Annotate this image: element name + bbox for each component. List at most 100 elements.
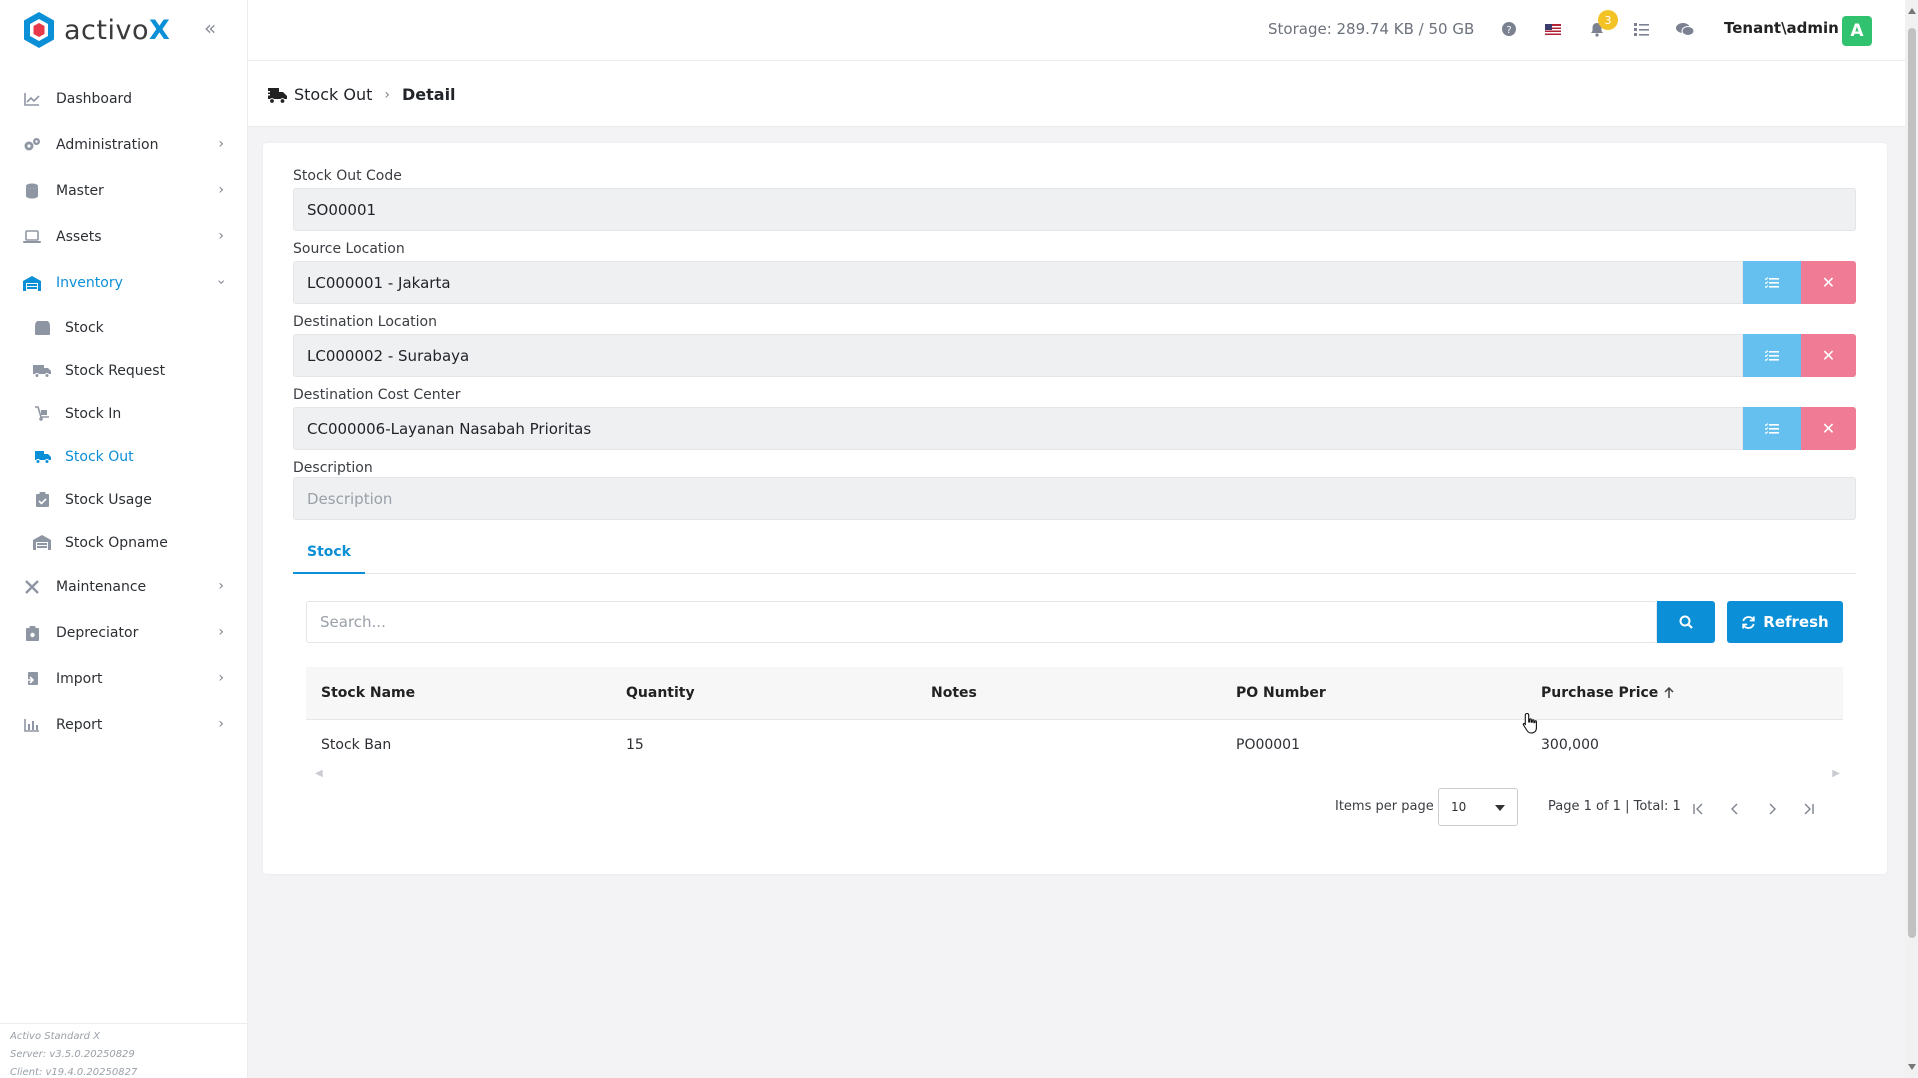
column-header-po-number[interactable]: PO Number bbox=[1221, 685, 1526, 701]
sidebar-item-master[interactable]: Master › bbox=[0, 168, 248, 214]
close-icon: ✕ bbox=[1821, 419, 1836, 438]
destination-location-field[interactable]: LC000002 - Surabaya bbox=[293, 334, 1743, 377]
search-input[interactable]: Search... bbox=[306, 601, 1657, 643]
destination-location-clear-button[interactable]: ✕ bbox=[1801, 334, 1856, 377]
column-header-stock-name[interactable]: Stock Name bbox=[306, 685, 611, 701]
column-header-notes[interactable]: Notes bbox=[916, 685, 1221, 701]
breadcrumb-parent[interactable]: Stock Out bbox=[294, 85, 372, 104]
search-button[interactable] bbox=[1657, 601, 1715, 643]
items-per-page-value: 10 bbox=[1451, 800, 1467, 814]
chevron-right-icon: › bbox=[218, 716, 224, 732]
avatar[interactable]: A bbox=[1842, 16, 1872, 46]
clipboard-icon bbox=[22, 624, 42, 642]
sidebar-subitem-label: Stock In bbox=[65, 405, 122, 422]
warehouse-icon bbox=[32, 534, 52, 552]
previous-page-icon[interactable] bbox=[1725, 799, 1745, 819]
sidebar-item-label: Assets bbox=[56, 229, 102, 245]
sidebar-item-depreciator[interactable]: Depreciator › bbox=[0, 610, 248, 656]
sidebar-item-inventory[interactable]: Inventory › bbox=[0, 260, 248, 306]
help-icon[interactable]: ? bbox=[1498, 18, 1520, 40]
next-page-icon[interactable] bbox=[1762, 799, 1782, 819]
last-page-icon[interactable] bbox=[1799, 799, 1819, 819]
close-icon: ✕ bbox=[1821, 346, 1836, 365]
source-location-lookup-button[interactable] bbox=[1743, 261, 1801, 304]
description-label: Description bbox=[293, 460, 373, 476]
source-location-clear-button[interactable]: ✕ bbox=[1801, 261, 1856, 304]
chevron-right-icon: › bbox=[218, 182, 224, 198]
scroll-right-icon[interactable]: ▶ bbox=[1832, 768, 1840, 779]
source-location-label: Source Location bbox=[293, 241, 405, 257]
vertical-scrollbar[interactable] bbox=[1905, 0, 1918, 1078]
app-logo[interactable]: activoX bbox=[22, 10, 170, 50]
bell-icon[interactable]: 3 bbox=[1586, 10, 1618, 40]
cell-stock-name: Stock Ban bbox=[321, 737, 392, 753]
sidebar-subitem-label: Stock Opname bbox=[65, 534, 168, 551]
stock-out-code-field[interactable]: SO00001 bbox=[293, 188, 1856, 231]
description-field[interactable]: Description bbox=[293, 477, 1856, 520]
sidebar-subitem-stock-opname[interactable]: Stock Opname bbox=[0, 521, 248, 564]
scroll-up-icon[interactable] bbox=[1908, 8, 1916, 14]
cost-center-lookup-button[interactable] bbox=[1743, 407, 1801, 450]
table-row[interactable]: Stock Ban 15 PO00001 300,000 bbox=[306, 720, 1843, 770]
tasks-icon[interactable] bbox=[1630, 18, 1652, 40]
sidebar-subitem-label: Stock Out bbox=[65, 448, 134, 465]
warehouse-icon bbox=[22, 274, 42, 292]
server-version: Server: v3.5.0.20250829 bbox=[10, 1049, 135, 1060]
hand-cursor-icon bbox=[1522, 712, 1537, 734]
us-flag-icon[interactable] bbox=[1542, 18, 1564, 40]
bar-chart-icon bbox=[22, 716, 42, 734]
chart-line-icon bbox=[22, 90, 42, 108]
cell-po-number: PO00001 bbox=[1236, 737, 1300, 753]
cost-center-clear-button[interactable]: ✕ bbox=[1801, 407, 1856, 450]
sidebar-subitem-stock-usage[interactable]: Stock Usage bbox=[0, 478, 248, 521]
user-name[interactable]: Tenant\admin bbox=[1724, 19, 1839, 37]
breadcrumb-current: Detail bbox=[401, 85, 456, 104]
sidebar-item-assets[interactable]: Assets › bbox=[0, 214, 248, 260]
chat-icon[interactable] bbox=[1674, 18, 1696, 40]
list-icon bbox=[1765, 349, 1779, 361]
detail-card: Stock Out Code SO00001 Source Location L… bbox=[263, 143, 1887, 874]
sidebar-subitem-stock-out[interactable]: Stock Out bbox=[0, 435, 248, 478]
refresh-button[interactable]: Refresh bbox=[1727, 601, 1843, 643]
chevron-right-icon: › bbox=[218, 670, 224, 686]
sidebar-item-label: Administration bbox=[56, 137, 159, 153]
page-summary: Page 1 of 1 | Total: 1 bbox=[1548, 799, 1681, 814]
first-page-icon[interactable] bbox=[1688, 799, 1708, 819]
cell-purchase-price: 300,000 bbox=[1541, 737, 1599, 753]
sidebar-item-import[interactable]: Import › bbox=[0, 656, 248, 702]
scroll-down-icon[interactable] bbox=[1908, 1064, 1916, 1070]
horizontal-scrollbar[interactable]: ◀ ▶ bbox=[315, 768, 1840, 779]
sidebar-item-maintenance[interactable]: Maintenance › bbox=[0, 564, 248, 610]
items-per-page-select[interactable]: 10 bbox=[1438, 788, 1518, 826]
collapse-sidebar-icon[interactable]: « bbox=[204, 16, 216, 40]
sidebar-subitem-stock-request[interactable]: Stock Request bbox=[0, 349, 248, 392]
notification-badge: 3 bbox=[1598, 10, 1618, 30]
source-location-field[interactable]: LC000001 - Jakarta bbox=[293, 261, 1743, 304]
tab-stock[interactable]: Stock bbox=[293, 531, 365, 574]
top-header: Storage: 289.74 KB / 50 GB ? 3 Tenant\ad… bbox=[248, 0, 1905, 61]
list-icon bbox=[1765, 276, 1779, 288]
destination-location-lookup-button[interactable] bbox=[1743, 334, 1801, 377]
sidebar-item-label: Dashboard bbox=[56, 91, 132, 107]
truck-fast-icon bbox=[265, 87, 287, 104]
sidebar-item-label: Inventory bbox=[56, 275, 123, 291]
search-icon bbox=[1679, 615, 1693, 629]
sidebar-subitem-stock-in[interactable]: Stock In bbox=[0, 392, 248, 435]
column-header-quantity[interactable]: Quantity bbox=[611, 685, 916, 701]
scroll-left-icon[interactable]: ◀ bbox=[315, 768, 323, 779]
svg-text:?: ? bbox=[1506, 25, 1511, 36]
breadcrumb-bar: Stock Out › Detail bbox=[248, 61, 1905, 127]
scrollbar-thumb[interactable] bbox=[1908, 28, 1916, 938]
destination-location-label: Destination Location bbox=[293, 314, 437, 330]
destination-cost-center-field[interactable]: CC000006-Layanan Nasabah Prioritas bbox=[293, 407, 1743, 450]
sidebar-item-administration[interactable]: Administration › bbox=[0, 122, 248, 168]
tools-icon bbox=[22, 578, 42, 596]
close-icon: ✕ bbox=[1821, 273, 1836, 292]
column-header-purchase-price[interactable]: Purchase Price bbox=[1526, 685, 1831, 701]
sidebar-subitem-stock[interactable]: Stock bbox=[0, 306, 248, 349]
sidebar-item-label: Import bbox=[56, 671, 103, 687]
sidebar-item-report[interactable]: Report › bbox=[0, 702, 248, 748]
sidebar-item-dashboard[interactable]: Dashboard bbox=[0, 76, 248, 122]
caret-down-icon bbox=[1495, 805, 1505, 811]
sidebar-nav: Dashboard Administration › Master › Asse… bbox=[0, 76, 248, 748]
